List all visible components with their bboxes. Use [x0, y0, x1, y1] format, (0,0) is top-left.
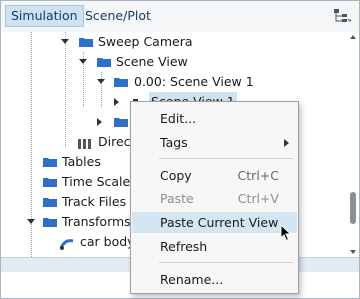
menu-item-paste-current-view[interactable]: Paste Current View — [132, 212, 297, 233]
context-menu: Edit... Tags Copy Ctrl+C Paste Ctrl+V Pa… — [130, 101, 299, 294]
menu-item-refresh[interactable]: Refresh — [132, 236, 297, 257]
submenu-arrow-icon — [284, 139, 289, 147]
menu-item-label: Refresh — [160, 239, 208, 254]
menu-item-shortcut: Ctrl+V — [237, 191, 279, 206]
tree-hierarchy-icon[interactable] — [333, 8, 353, 24]
menu-item-label: Paste — [160, 191, 194, 206]
scroll-down-icon[interactable] — [350, 250, 356, 254]
transform-icon — [59, 236, 75, 256]
tree-row-scene-view[interactable]: Scene View — [1, 52, 346, 72]
tree-row-time-scales[interactable]: Time Scales — [1, 172, 137, 192]
tree-row-scene-view-group[interactable]: 0.00: Scene View 1 — [1, 72, 346, 92]
menu-item-shortcut: Ctrl+C — [237, 168, 279, 183]
tab-scene-plot[interactable]: Scene/Plot — [80, 6, 156, 26]
tree-row-hidden-folder[interactable] — [1, 112, 131, 132]
tree-row-transforms[interactable]: Transforms — [1, 212, 131, 232]
tree-row-sweep-camera[interactable]: Sweep Camera — [1, 32, 346, 52]
tree-row-car-body[interactable]: car body — [1, 232, 135, 252]
folder-icon — [43, 177, 57, 187]
tree-label: Transforms — [62, 214, 131, 229]
tree-label: Direc — [98, 134, 131, 149]
collapse-toggle-icon[interactable] — [79, 59, 87, 64]
vertical-scrollbar[interactable] — [348, 32, 358, 257]
tree-label: Scene View — [116, 54, 188, 69]
scrollbar-thumb[interactable] — [350, 192, 356, 224]
menu-separator — [159, 262, 293, 263]
folder-icon — [43, 197, 57, 207]
menu-item-edit[interactable]: Edit... — [132, 108, 297, 129]
tree-row-tables[interactable]: Tables — [1, 152, 131, 172]
mouse-pointer-icon — [280, 223, 292, 245]
folder-icon — [114, 77, 128, 87]
expand-toggle-icon[interactable] — [114, 98, 123, 106]
menu-item-label: Copy — [160, 168, 192, 183]
tree-label: Time Scales — [62, 174, 137, 189]
collapse-toggle-icon[interactable] — [61, 39, 69, 44]
menu-item-label: Paste Current View — [160, 215, 279, 230]
collapse-toggle-icon[interactable] — [27, 219, 35, 224]
menu-item-label: Rename... — [160, 272, 224, 287]
menu-item-tags[interactable]: Tags — [132, 132, 297, 153]
folder-icon — [97, 57, 111, 67]
folder-icon — [114, 117, 128, 127]
menu-item-label: Tags — [160, 135, 188, 150]
collapse-toggle-icon[interactable] — [97, 79, 105, 84]
menu-item-copy[interactable]: Copy Ctrl+C — [132, 165, 297, 186]
expand-toggle-icon[interactable] — [97, 118, 102, 126]
tab-bar: Simulation Scene/Plot — [1, 1, 359, 32]
tree-label: car body — [80, 234, 135, 249]
menu-item-label: Edit... — [160, 111, 197, 126]
tree-label: Tables — [62, 154, 101, 169]
menu-item-paste[interactable]: Paste Ctrl+V — [132, 188, 297, 209]
tree-row-directors[interactable]: Direc — [1, 132, 131, 152]
folder-icon — [79, 37, 93, 47]
folder-icon — [43, 217, 57, 227]
tab-simulation[interactable]: Simulation — [5, 5, 84, 27]
menu-item-rename[interactable]: Rename... — [132, 269, 297, 290]
folder-icon — [43, 157, 57, 167]
tree-label: 0.00: Scene View 1 — [134, 74, 254, 89]
tree-label: Track Files — [62, 194, 127, 209]
menu-separator — [159, 158, 293, 159]
tree-label: Sweep Camera — [98, 34, 193, 49]
tree-row-track-files[interactable]: Track Files — [1, 192, 131, 212]
scroll-up-icon[interactable] — [350, 35, 356, 39]
